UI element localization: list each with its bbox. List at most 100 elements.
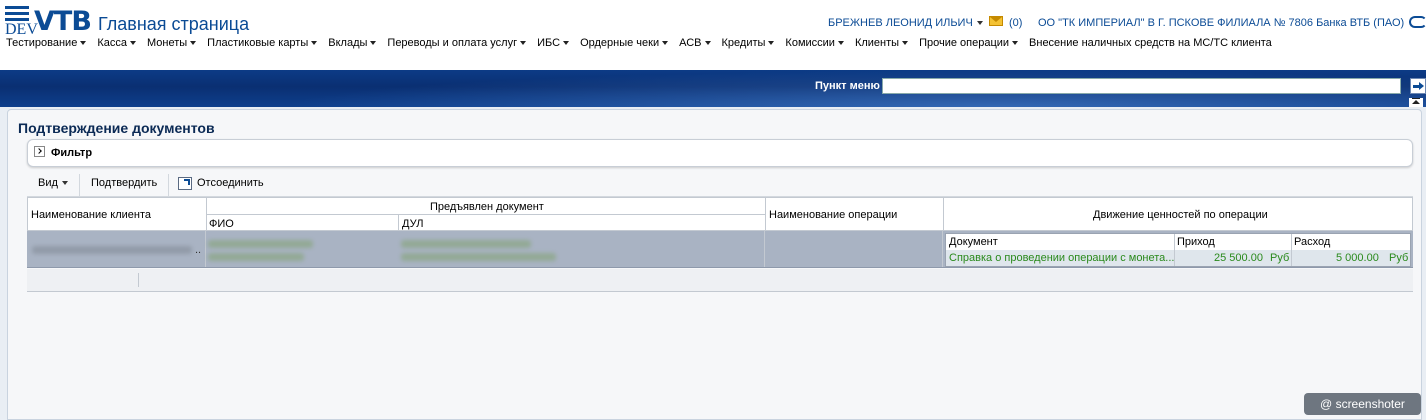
page-title: Главная страница <box>98 14 250 34</box>
menu-item[interactable]: Ордерные чеки <box>580 37 669 51</box>
table-header: Наименование клиента Предъявлен документ… <box>27 197 1413 232</box>
chevron-down-icon <box>1012 41 1019 46</box>
column-divider <box>398 214 399 232</box>
movement-subtable: Документ Приход Расход Справка о проведе… <box>945 233 1411 267</box>
footer-divider <box>138 273 139 287</box>
subcolumn-expense[interactable]: Расход <box>1294 236 1330 248</box>
user-menu[interactable]: БРЕЖНЕВ ЛЕОНИД ИЛЬИЧ <box>828 17 983 29</box>
redacted-client-name <box>32 246 192 254</box>
detach-button[interactable]: Отсоединить <box>197 177 264 189</box>
column-header-client[interactable]: Наименование клиента <box>31 209 151 221</box>
menu-item[interactable]: Монеты <box>146 37 197 51</box>
menu-item[interactable]: Прочие операции <box>919 37 1019 51</box>
chevron-down-icon <box>520 41 527 46</box>
menu-item-label: АСВ <box>679 37 702 49</box>
column-divider <box>205 231 206 267</box>
subcolumn-document[interactable]: Документ <box>949 236 998 248</box>
chevron-down-icon <box>837 41 844 46</box>
header-divider <box>206 214 765 215</box>
menu-item-label: Монеты <box>146 37 188 49</box>
table-footer <box>27 269 1413 292</box>
menu-item-label: Прочие операции <box>919 37 1010 49</box>
menu-item-label: Кредиты <box>721 37 766 49</box>
toolbar-divider <box>79 174 80 196</box>
logo-vtb-text: VTB <box>34 6 92 37</box>
client-ellipsis: .. <box>195 244 202 256</box>
redacted-dul-line <box>401 240 531 248</box>
redacted-fio-line <box>208 253 304 261</box>
filter-label[interactable]: Фильтр <box>51 147 92 159</box>
column-header-presented-doc: Предъявлен документ <box>430 201 544 213</box>
column-divider <box>764 231 765 267</box>
menu-item[interactable]: Кредиты <box>722 37 775 51</box>
scroll-top-icon[interactable] <box>1409 98 1423 107</box>
menu-item[interactable]: Комиссии <box>785 37 844 51</box>
menu-item-label: Комиссии <box>785 37 835 49</box>
menu-item[interactable]: АСВ <box>679 37 711 51</box>
redacted-fio-line <box>208 240 313 248</box>
column-divider <box>206 198 207 232</box>
document-name-link[interactable]: Справка о проведении операции с монета..… <box>949 252 1174 264</box>
menu-search-input[interactable] <box>882 78 1401 94</box>
menu-item[interactable]: Тестирование <box>6 37 87 51</box>
menu-item-label: Вклады <box>328 37 368 49</box>
column-divider <box>943 198 944 232</box>
main-menu: Тестирование Касса Монеты Пластиковые карты… <box>6 37 1283 51</box>
subcolumn-income[interactable]: Приход <box>1177 236 1215 248</box>
chevron-down-icon <box>563 41 570 46</box>
column-divider <box>1291 250 1292 266</box>
envelope-icon[interactable] <box>989 16 1003 26</box>
subtable-row[interactable]: Справка о проведении операции с монета..… <box>946 250 1410 266</box>
refresh-icon[interactable] <box>1409 16 1426 28</box>
column-header-dul[interactable]: ДУЛ <box>402 218 423 230</box>
toolbar-divider <box>168 174 169 196</box>
chevron-down-icon <box>704 41 711 46</box>
column-header-movement[interactable]: Движение ценностей по операции <box>1093 209 1268 221</box>
menu-item-label: Пластиковые карты <box>207 37 309 49</box>
view-label: Вид <box>38 177 58 189</box>
menu-item[interactable]: Переводы и оплата услуг <box>387 37 527 51</box>
chevron-down-icon <box>80 41 87 46</box>
vtb-logo[interactable]: DEV VTB <box>3 4 95 38</box>
detach-icon[interactable] <box>178 177 192 190</box>
chevron-down-icon <box>370 41 377 46</box>
chevron-down-icon <box>190 41 197 46</box>
subtable-header: Документ Приход Расход <box>946 234 1410 251</box>
mail-count[interactable]: (0) <box>1009 17 1022 29</box>
column-header-operation[interactable]: Наименование операции <box>769 209 897 221</box>
menu-item-label: Ордерные чеки <box>580 37 660 49</box>
chevron-down-icon <box>311 41 318 46</box>
menu-item[interactable]: Вклады <box>328 37 377 51</box>
confirm-button[interactable]: Подтвердить <box>91 177 157 189</box>
menu-item-label: ИБС <box>537 37 561 49</box>
chevron-down-icon <box>61 181 68 186</box>
table-row[interactable]: .. Документ Приход Расход Справка о пров… <box>27 231 1413 268</box>
menu-item[interactable]: Касса <box>97 37 136 51</box>
menu-item-label: Внесение наличных средств на МС/ТС клиен… <box>1029 37 1272 49</box>
menu-search-label: Пункт меню <box>815 80 880 92</box>
organization-name[interactable]: ОО "ТК ИМПЕРИАЛ" В Г. ПСКОВЕ ФИЛИАЛА № 7… <box>1038 17 1404 29</box>
menu-item[interactable]: Клиенты <box>854 37 909 51</box>
menu-item-label: Тестирование <box>6 37 78 49</box>
section-title: Подтверждение документов <box>18 120 215 136</box>
chevron-down-icon <box>129 41 136 46</box>
filter-panel[interactable] <box>27 139 1413 167</box>
column-divider <box>765 198 766 232</box>
expand-icon[interactable] <box>34 146 45 157</box>
income-amount: 25 500.00 <box>1214 252 1263 264</box>
menu-item[interactable]: Пластиковые карты <box>207 37 318 51</box>
menu-item[interactable]: Внесение наличных средств на МС/ТС клиен… <box>1029 37 1272 51</box>
expense-currency: Руб <box>1389 252 1409 264</box>
screenshoter-watermark: @ screenshoter <box>1304 393 1421 415</box>
column-header-fio[interactable]: ФИО <box>209 218 234 230</box>
menu-item[interactable]: ИБС <box>537 37 570 51</box>
expense-amount: 5 000.00 <box>1336 252 1379 264</box>
chevron-down-icon <box>662 41 669 46</box>
go-arrow-icon[interactable] <box>1410 78 1426 94</box>
chevron-down-icon <box>976 21 983 26</box>
chevron-down-icon <box>902 41 909 46</box>
menu-item-label: Касса <box>97 37 127 49</box>
menu-item-label: Клиенты <box>854 37 900 49</box>
view-menu-button[interactable]: Вид <box>38 177 68 189</box>
menu-item-label: Переводы и оплата услуг <box>387 37 518 49</box>
